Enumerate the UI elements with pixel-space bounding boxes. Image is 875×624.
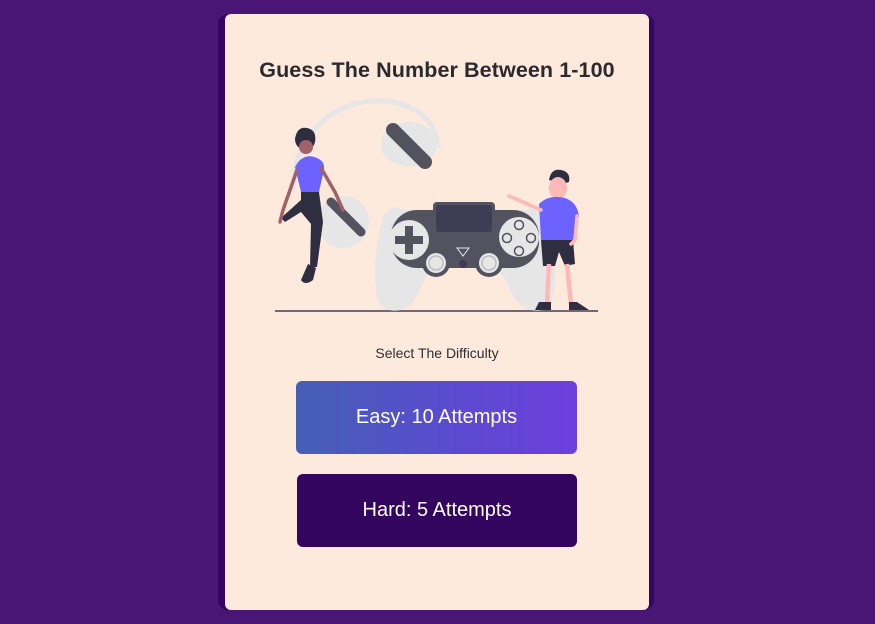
easy-difficulty-button[interactable]: Easy: 10 Attempts [296, 381, 577, 454]
hard-difficulty-button[interactable]: Hard: 5 Attempts [297, 474, 577, 547]
gamers-with-controller-illustration [275, 98, 598, 312]
page: Guess The Number Between 1-100 Select Th… [0, 0, 875, 624]
headphones-ear-cup-left [317, 196, 369, 248]
game-controller-icon [375, 202, 555, 311]
difficulty-prompt: Select The Difficulty [375, 345, 499, 361]
game-card: Guess The Number Between 1-100 Select Th… [225, 14, 649, 610]
page-title: Guess The Number Between 1-100 [259, 58, 615, 82]
